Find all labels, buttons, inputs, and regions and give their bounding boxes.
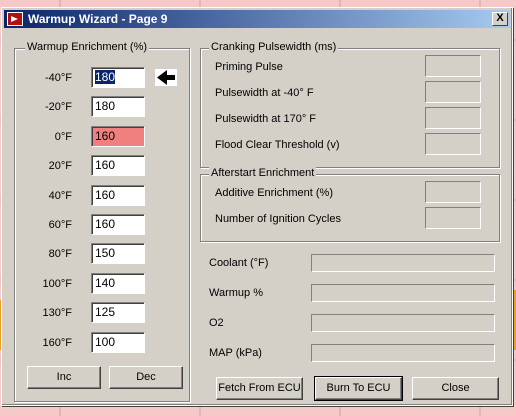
cranking-value-box xyxy=(425,107,481,129)
warmup-temp-label: 40°F xyxy=(48,189,72,202)
warmup-value-text: 160 xyxy=(95,217,116,231)
status-readout-bar xyxy=(311,344,495,362)
close-button[interactable]: Close xyxy=(412,377,499,400)
status-readout-bar xyxy=(311,284,495,302)
afterstart-value-box xyxy=(425,207,481,229)
cranking-value-box xyxy=(425,133,481,155)
cranking-value-box xyxy=(425,55,481,77)
warmup-temp-label: -40°F xyxy=(44,72,72,84)
warmup-value-input[interactable]: 180 xyxy=(91,96,145,118)
warmup-value-input[interactable]: 180 xyxy=(91,67,145,88)
warmup-value-text: 100 xyxy=(95,334,116,349)
cranking-value-box xyxy=(425,81,481,103)
status-readout-bar xyxy=(311,254,495,272)
status-item-label: Warmup % xyxy=(209,287,263,299)
cranking-item-label: Flood Clear Threshold (v) xyxy=(215,139,340,151)
warmup-enrichment-label: Warmup Enrichment (%) xyxy=(25,41,150,53)
cranking-item-label: Priming Pulse xyxy=(215,61,283,73)
burn-to-ecu-button[interactable]: Burn To ECU xyxy=(314,376,403,401)
status-item-label: MAP (kPa) xyxy=(209,347,262,359)
warmup-value-input[interactable]: 150 xyxy=(91,243,145,265)
status-item-label: O2 xyxy=(209,317,224,329)
afterstart-item-label: Additive Enrichment (%) xyxy=(215,187,333,199)
warmup-value-input[interactable]: 160 xyxy=(91,125,145,147)
warmup-value-text: 160 xyxy=(95,128,116,143)
app-icon xyxy=(7,12,23,26)
warmup-temp-label: 80°F xyxy=(48,248,72,261)
warmup-value-input[interactable]: 160 xyxy=(91,184,145,206)
warmup-value-input[interactable]: 100 xyxy=(91,331,145,353)
cranking-item-label: Pulsewidth at -40° F xyxy=(215,87,314,99)
warmup-value-text: 150 xyxy=(95,246,116,261)
warmup-value-text: 180 xyxy=(95,70,116,84)
afterstart-enrichment-label: Afterstart Enrichment xyxy=(209,167,317,179)
warmup-temp-label: 20°F xyxy=(48,160,72,173)
close-window-button[interactable]: X xyxy=(492,12,508,26)
warmup-value-text: 180 xyxy=(95,99,116,114)
warmup-temp-label: -20°F xyxy=(44,101,72,114)
warmup-temp-label: 130°F xyxy=(42,307,72,320)
inc-button[interactable]: Inc xyxy=(27,366,101,389)
warmup-value-input[interactable]: 140 xyxy=(91,272,145,294)
warmup-value-text: 125 xyxy=(95,305,116,320)
warmup-value-text: 140 xyxy=(95,275,116,290)
window-title: Warmup Wizard - Page 9 xyxy=(28,12,168,26)
warmup-temp-label: 60°F xyxy=(48,219,72,231)
warmup-temp-label: 100°F xyxy=(42,277,72,290)
cranking-item-label: Pulsewidth at 170° F xyxy=(215,113,317,125)
warmup-temp-label: 160°F xyxy=(42,336,72,349)
warmup-value-input[interactable]: 125 xyxy=(91,302,145,324)
fetch-from-ecu-button[interactable]: Fetch From ECU xyxy=(216,377,303,400)
status-readout-bar xyxy=(311,314,495,332)
warmup-value-text: 160 xyxy=(95,187,116,202)
title-bar: Warmup Wizard - Page 9 X xyxy=(4,10,510,28)
warmup-value-input[interactable]: 160 xyxy=(91,214,145,235)
afterstart-item-label: Number of Ignition Cycles xyxy=(215,213,341,225)
warmup-wizard-window: Warmup Wizard - Page 9 X Warmup Enrichme… xyxy=(1,7,513,406)
warmup-value-text: 160 xyxy=(95,158,116,173)
cranking-pulsewidth-label: Cranking Pulsewidth (ms) xyxy=(209,41,339,53)
left-arrow-icon xyxy=(155,69,177,86)
afterstart-value-box xyxy=(425,181,481,203)
dec-button[interactable]: Dec xyxy=(109,366,183,389)
status-item-label: Coolant (°F) xyxy=(209,257,269,269)
warmup-value-input[interactable]: 160 xyxy=(91,155,145,177)
warmup-temp-label: 0°F xyxy=(54,130,72,143)
